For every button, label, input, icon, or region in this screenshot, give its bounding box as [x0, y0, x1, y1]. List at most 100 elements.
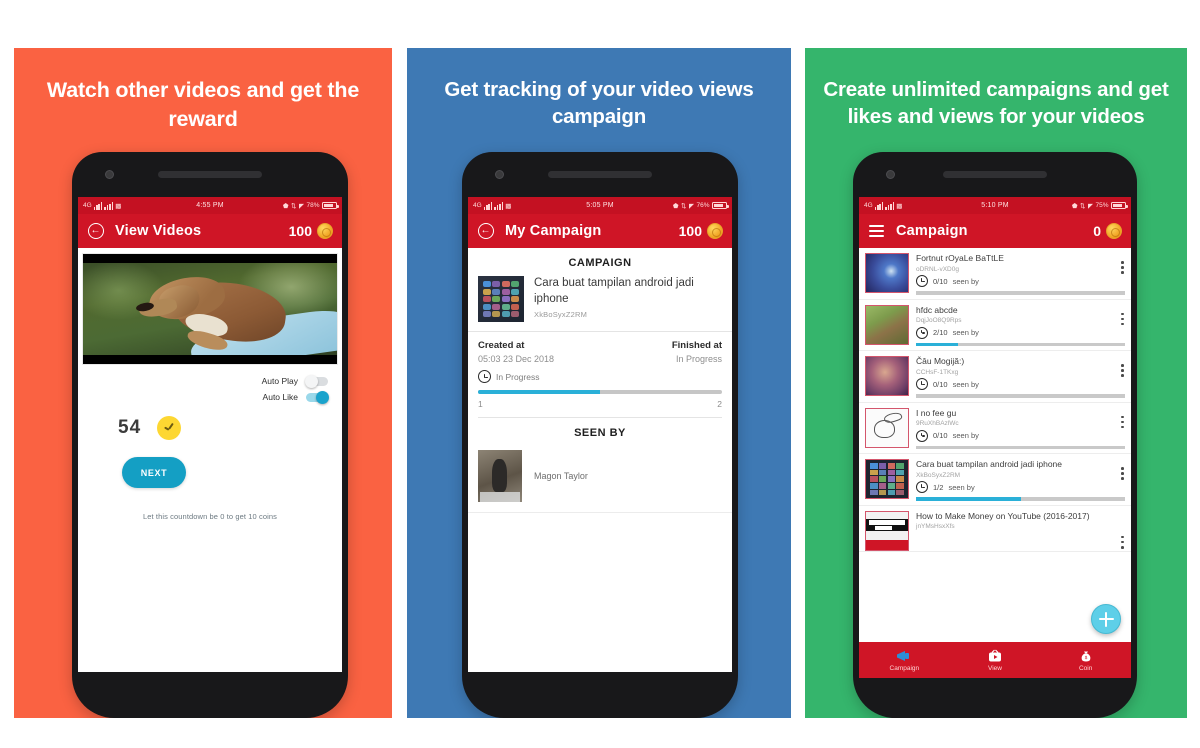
signal-bars-icon — [93, 201, 103, 210]
page-title: Campaign — [896, 223, 968, 239]
promo-panel-campaign-list: Create unlimited campaigns and get likes… — [805, 48, 1187, 718]
created-at-column: Created at 05:03 23 Dec 2018 — [478, 340, 554, 364]
list-item[interactable]: hfdc abcde DqjJoO8Q9Rps 2/10 seen by — [859, 300, 1131, 352]
created-at-label: Created at — [478, 340, 525, 351]
list-item-progress-bar — [916, 445, 1125, 450]
signal-bars-icon — [874, 201, 884, 210]
network-type-label: 4G — [473, 202, 482, 209]
phone-top-bezel — [462, 152, 738, 197]
page-title: My Campaign — [505, 223, 602, 239]
panel-heading: Create unlimited campaigns and get likes… — [823, 78, 1169, 129]
list-item-thumbnail — [865, 459, 909, 500]
list-item-body: How to Make Money on YouTube (2016-2017)… — [916, 511, 1125, 551]
phone-bottom-bezel — [462, 672, 738, 718]
list-item[interactable]: Cara buat tampilan android jadi iphone X… — [859, 454, 1131, 506]
list-item-title: Cara buat tampilan android jadi iphone — [916, 459, 1063, 470]
list-item-count: 0/10 — [933, 379, 948, 389]
sim-icon: ▩ — [115, 202, 122, 210]
list-item-body: Fortnut rOyaLe BaTtLE oDRNL-vXD0g 0/10 s… — [916, 253, 1125, 299]
megaphone-icon — [896, 648, 912, 663]
list-item-count: 0/10 — [933, 276, 948, 286]
shield-icon: ⬟ — [1071, 202, 1078, 210]
list-item-stats: 0/10 seen by — [916, 429, 1125, 442]
list-item-thumbnail — [865, 253, 909, 293]
back-arrow-icon[interactable]: ← — [87, 223, 104, 240]
seen-by-list-item[interactable]: Magon Taylor — [468, 446, 732, 513]
campaign-title: Cara buat tampilan android jadi iphone — [534, 277, 694, 305]
status-bar-clock: 5:05 PM — [586, 202, 614, 209]
overflow-menu-icon[interactable] — [1121, 467, 1124, 480]
tv-icon — [988, 648, 1002, 663]
list-item-progress-bar — [916, 291, 1125, 295]
hamburger-menu-icon[interactable] — [868, 223, 885, 240]
auto-like-row: Auto Like — [263, 390, 329, 404]
list-item[interactable]: How to Make Money on YouTube (2016-2017)… — [859, 506, 1131, 552]
campaign-list: Fortnut rOyaLe BaTtLE oDRNL-vXD0g 0/10 s… — [859, 248, 1131, 552]
promo-panel-my-campaign: Get tracking of your video views campaig… — [407, 48, 791, 718]
campaign-thumbnail — [478, 276, 524, 322]
list-item-title: Čâu Mogijă:) — [916, 356, 965, 367]
auto-like-switch[interactable] — [306, 390, 329, 404]
auto-play-switch[interactable] — [305, 374, 328, 388]
clock-icon — [916, 429, 928, 442]
sync-icon: ⇅ — [291, 202, 297, 210]
earpiece-speaker — [943, 171, 1047, 178]
sim-icon: ▩ — [896, 202, 903, 210]
list-item-seen-by: seen by — [952, 276, 979, 286]
bottom-nav-item-view[interactable]: View — [950, 648, 1041, 672]
sync-icon: ⇅ — [1080, 202, 1086, 210]
make-money-footer-shape — [866, 539, 908, 550]
overflow-menu-icon[interactable] — [1121, 261, 1124, 274]
list-item[interactable]: I no fee gu 9RuXhBAzlWc 0/10 seen by — [859, 403, 1131, 455]
finished-at-value: In Progress — [675, 354, 722, 364]
list-item-stats: 1/2 seen by — [916, 481, 1125, 494]
overflow-menu-icon[interactable] — [1121, 364, 1124, 377]
coin-balance: 100 — [289, 223, 333, 239]
campaign-section-title: CAMPAIGN — [568, 257, 632, 269]
phone-mockup: 4G ▩ 5:10 PM ⬟ ⇅ ◤ 75% Campaign 0 Fortnu… — [853, 152, 1137, 718]
coin-icon — [317, 223, 333, 239]
coin-icon — [707, 223, 723, 239]
coin-icon — [1106, 223, 1122, 239]
front-camera-icon — [495, 170, 504, 179]
network-type-label: 4G — [864, 202, 873, 209]
add-campaign-fab[interactable] — [1091, 604, 1121, 634]
back-arrow-icon[interactable]: ← — [477, 223, 494, 240]
finished-at-label: Finished at — [671, 340, 722, 351]
countdown-row: 54 — [78, 416, 342, 440]
overflow-menu-icon[interactable] — [1121, 415, 1124, 429]
video-player[interactable] — [82, 253, 338, 365]
campaign-status-text: In Progress — [496, 371, 540, 382]
list-item-body: I no fee gu 9RuXhBAzlWc 0/10 seen by — [916, 408, 1125, 454]
earpiece-speaker — [548, 171, 652, 178]
phone-top-bezel — [72, 152, 348, 197]
phone-grid-shape — [483, 281, 519, 317]
list-item-title: hfdc abcde — [916, 304, 958, 315]
campaign-meta-row: Created at 05:03 23 Dec 2018 Finished at… — [468, 332, 732, 364]
next-button[interactable]: NEXT — [122, 457, 186, 488]
list-item-progress-bar — [916, 394, 1125, 398]
campaign-progress-labels: 1 2 — [478, 399, 722, 409]
list-item-video-id: oDRNL-vXD0g — [916, 265, 959, 273]
status-bar-left: 4G ▩ — [864, 201, 903, 210]
bottom-nav-item-campaign[interactable]: Campaign — [859, 648, 950, 672]
list-item-video-id: 9RuXhBAzlWc — [916, 420, 959, 428]
campaign-progress-block: In Progress 1 2 — [468, 364, 732, 418]
back-arrow-glyph: ← — [87, 223, 104, 239]
list-item[interactable]: Fortnut rOyaLe BaTtLE oDRNL-vXD0g 0/10 s… — [859, 248, 1131, 300]
list-item-seen-by: seen by — [948, 482, 975, 492]
status-bar-clock: 4:55 PM — [196, 202, 224, 209]
seen-by-name: Magon Taylor — [534, 471, 588, 481]
clock-icon — [916, 275, 928, 288]
coin-balance: 100 — [679, 223, 723, 239]
list-item-title: Fortnut rOyaLe BaTtLE — [916, 253, 1004, 263]
list-item-thumbnail — [865, 510, 909, 551]
list-item-stats: 0/10 seen by — [916, 275, 1125, 288]
overflow-menu-icon[interactable] — [1121, 535, 1124, 549]
list-item-progress-bar — [916, 497, 1125, 501]
list-item[interactable]: Čâu Mogijă:) CCHsF-1TKxg 0/10 seen by — [859, 351, 1131, 403]
seen-by-section-title: SEEN BY — [574, 427, 626, 439]
list-item-video-id: jnYMsHsxXfs — [916, 523, 955, 531]
bottom-nav-item-coin[interactable]: $ Coin — [1040, 648, 1131, 672]
overflow-menu-icon[interactable] — [1121, 312, 1124, 326]
